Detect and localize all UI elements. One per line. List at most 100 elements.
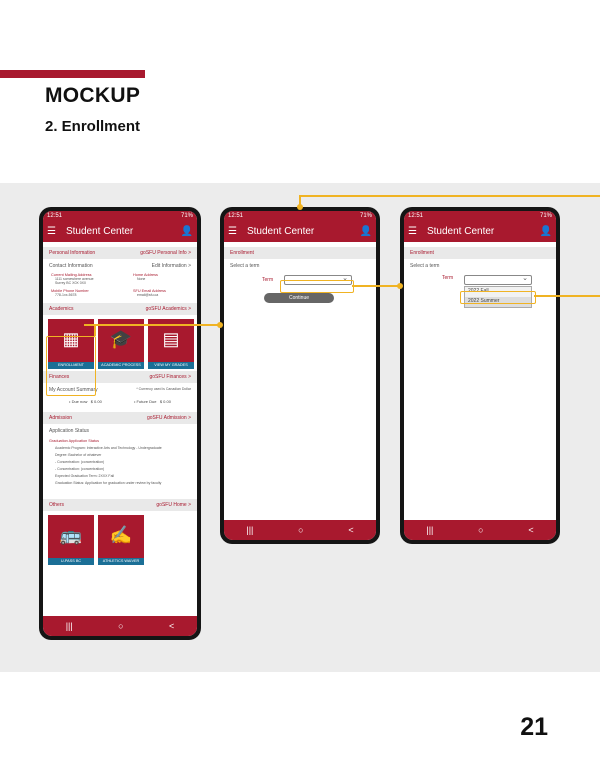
concentration-2: - Concentration: (concentration) [55,467,105,471]
runner-icon: ✍ [109,525,133,545]
page-subtitle: 2. Enrollment [45,118,141,135]
recents-icon[interactable]: ||| [246,525,253,535]
program-value: Academic Program: Interactive Arts and T… [55,446,162,450]
status-battery: 71% [180,213,193,219]
header-accent-bar [0,70,145,78]
connector-dot [217,322,223,328]
select-term-prompt: Select a term [404,259,556,273]
app-bar: ☰ Student Center 👤 [404,221,556,242]
app-bar: ☰ Student Center 👤 [43,221,197,242]
grad-status-label: Graduation Application Status [49,439,100,443]
academics-link[interactable]: goSFU Academics > [146,306,191,312]
connector-line [534,295,600,297]
term-select[interactable]: ⌄ [464,275,532,285]
menu-icon[interactable]: ☰ [47,226,56,237]
future-due-value: $ 0.00 [159,399,171,404]
status-time: 12:51 [47,213,63,219]
home-icon[interactable]: ○ [298,525,303,535]
enrollment-highlight [46,336,96,396]
profile-icon[interactable]: 👤 [181,226,193,237]
phone-student-center: 12:51 71% ☰ Student Center 👤 Personal Inf… [39,207,201,640]
status-battery: 71% [539,213,552,219]
system-nav-bar: ||| ○ < [224,520,376,540]
back-icon[interactable]: < [348,525,353,535]
phone-term-dropdown: 12:51 71% ☰ Student Center 👤 Enrollment S… [400,207,560,544]
edit-info-link[interactable]: Edit Information > [152,263,191,269]
status-time: 12:51 [228,213,244,219]
phone-screen: 12:51 71% ☰ Student Center 👤 Personal Inf… [43,211,197,636]
connector-line [84,324,220,326]
tile-caption: ATHLETICS WAIVER [98,558,144,565]
system-nav-bar: ||| ○ < [404,520,556,540]
page-title: MOCKUP [45,84,141,107]
future-due-label: Future Due [136,399,157,404]
personal-info-link[interactable]: goSFU Personal Info > [140,250,191,256]
contact-info-header: Contact Information Edit Information > [43,259,197,273]
back-icon[interactable]: < [169,621,174,631]
grade-document-icon: ▤ [162,329,180,349]
phone-enrollment-select: 12:51 71% ☰ Student Center 👤 Enrollment S… [220,207,380,544]
section-title: Enrollment [410,250,434,256]
home-icon[interactable]: ○ [478,525,483,535]
app-title: Student Center [246,226,315,237]
tile-caption: ACADEMIC PROCESS [98,362,144,369]
term-label: Term [442,275,454,281]
app-title: Student Center [65,226,134,237]
view-grades-tile[interactable]: ▤ VIEW MY GRADES [148,319,194,369]
home-icon[interactable]: ○ [118,621,123,631]
phone-value: 778-1xx-5678 [55,293,77,297]
contact-grid: Current Mailing Address 1111 somewhere a… [43,273,197,297]
due-now-label: Due now [71,399,88,404]
fall-option-highlight [460,291,536,304]
status-battery: 71% [359,213,372,219]
back-icon[interactable]: < [528,525,533,535]
application-status-title: Application Status [49,428,90,434]
status-bar: 12:51 71% [224,211,376,221]
upass-tile[interactable]: 🚌 U-PASS BC [48,515,94,565]
term-select-highlight [280,280,354,293]
system-nav-bar: ||| ○ < [43,616,197,636]
balance-row: • Due now $ 0.00 • Future Due $ 0.00 [69,399,171,404]
graduation-status: Graduation Status: Application for gradu… [55,481,162,485]
section-title: Enrollment [230,250,254,256]
continue-button[interactable]: Continue [264,293,334,303]
others-tiles: 🚌 U-PASS BC ✍ ATHLETICS WAIVER [43,511,197,567]
recents-icon[interactable]: ||| [66,621,73,631]
status-bar: 12:51 71% [404,211,556,221]
connector-line [300,195,600,197]
email-value: email@sfu.ca [137,293,159,297]
app-bar: ☰ Student Center 👤 [224,221,376,242]
section-title: Admission [49,415,73,421]
section-academics: Academics goSFU Academics > [43,303,197,315]
section-personal-info: Personal Information goSFU Personal Info … [43,247,197,259]
section-title: Others [49,502,65,508]
tile-caption: VIEW MY GRADES [148,362,194,369]
tile-caption: U-PASS BC [48,558,94,565]
connector-line [352,285,400,287]
recents-icon[interactable]: ||| [426,525,433,535]
section-title: Academics [49,306,74,312]
phone-screen: 12:51 71% ☰ Student Center 👤 Enrollment S… [404,211,556,540]
phone-screen: 12:51 71% ☰ Student Center 👤 Enrollment S… [224,211,376,540]
athletics-waiver-tile[interactable]: ✍ ATHLETICS WAIVER [98,515,144,565]
status-time: 12:51 [408,213,424,219]
finances-link[interactable]: goSFU Finances > [149,374,191,380]
menu-icon[interactable]: ☰ [408,226,417,237]
due-now-value: $ 0.00 [90,399,102,404]
prompt-text: Select a term [230,263,260,269]
graduation-cap-icon: 🎓 [109,329,133,349]
prompt-text: Select a term [410,263,440,269]
profile-icon[interactable]: 👤 [360,226,372,237]
admission-link[interactable]: goSFU Admission > [147,415,191,421]
section-enrollment: Enrollment [404,247,556,259]
connector-dot [297,204,303,210]
section-enrollment: Enrollment [224,247,376,259]
contact-info-title: Contact Information [49,263,93,269]
status-bar: 12:51 71% [43,211,197,221]
menu-icon[interactable]: ☰ [228,226,237,237]
application-status-header: Application Status [43,424,197,438]
home-link[interactable]: goSFU Home > [156,502,191,508]
bus-icon: 🚌 [59,525,83,545]
profile-icon[interactable]: 👤 [540,226,552,237]
academic-process-tile[interactable]: 🎓 ACADEMIC PROCESS [98,319,144,369]
